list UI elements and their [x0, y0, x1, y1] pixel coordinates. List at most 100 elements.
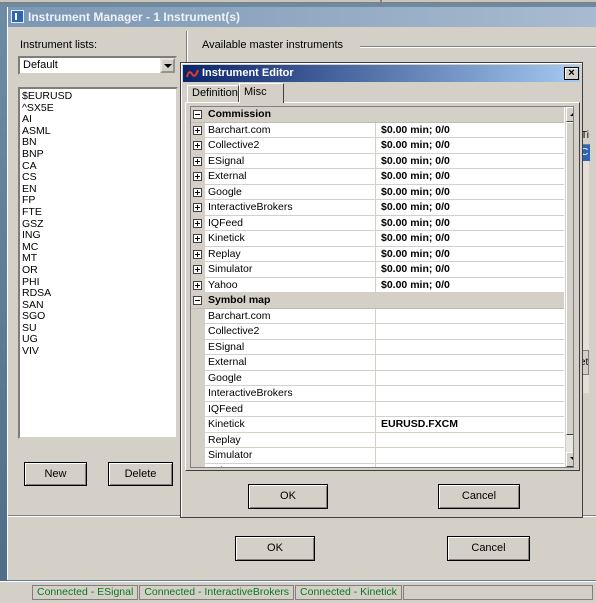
- expand-icon[interactable]: [193, 125, 202, 135]
- commission-row[interactable]: ESignal $0.00 min; 0/0: [191, 153, 564, 169]
- delete-button[interactable]: Delete: [108, 462, 173, 486]
- property-value[interactable]: $0.00 min; 0/0: [381, 278, 450, 293]
- expand-icon[interactable]: [193, 265, 202, 274]
- symbol-map-row[interactable]: Simulator: [191, 448, 564, 464]
- scroll-thumb[interactable]: [566, 122, 573, 435]
- property-value[interactable]: $0.00 min; 0/0: [381, 231, 450, 246]
- list-item[interactable]: GSZ: [22, 218, 174, 231]
- commission-row[interactable]: Kinetick $0.00 min; 0/0: [191, 231, 564, 247]
- scroll-up-icon[interactable]: [566, 107, 573, 122]
- symbol-map-row[interactable]: InteractiveBrokers: [191, 386, 564, 402]
- expand-icon[interactable]: [193, 234, 202, 243]
- list-item[interactable]: SU: [22, 322, 174, 335]
- row-gutter: [191, 417, 205, 432]
- list-item[interactable]: ^SX5E: [22, 102, 174, 115]
- list-item[interactable]: EN: [22, 183, 174, 196]
- symbol-map-row[interactable]: Collective2: [191, 324, 564, 340]
- property-grid-scrollbar[interactable]: [565, 107, 573, 467]
- commission-row[interactable]: Replay $0.00 min; 0/0: [191, 246, 564, 262]
- chevron-down-icon[interactable]: [160, 58, 175, 73]
- property-name: External: [208, 355, 376, 370]
- instrument-list-select[interactable]: Default: [18, 56, 177, 75]
- symbol-map-row[interactable]: ESignal: [191, 339, 564, 355]
- expand-icon[interactable]: [193, 203, 202, 212]
- symbol-map-row[interactable]: Barchart.com: [191, 308, 564, 324]
- commission-row[interactable]: Yahoo $0.00 min; 0/0: [191, 277, 564, 293]
- commission-row[interactable]: Collective2 $0.00 min; 0/0: [191, 138, 564, 154]
- expand-icon[interactable]: [193, 280, 202, 290]
- row-gutter: [191, 463, 205, 467]
- property-grid[interactable]: Commission Barchart.com $0.00 min; 0/0 Coll…: [190, 106, 574, 468]
- list-item[interactable]: CA: [22, 160, 174, 173]
- manager-ok-button[interactable]: OK: [235, 536, 315, 561]
- editor-ok-button[interactable]: OK: [248, 484, 328, 509]
- list-item[interactable]: FTE: [22, 206, 174, 219]
- tab-misc[interactable]: Misc: [239, 83, 284, 103]
- list-item[interactable]: UG: [22, 334, 174, 346]
- collapse-icon[interactable]: [193, 110, 202, 119]
- list-item[interactable]: SGO: [22, 311, 174, 323]
- property-name: Simulator: [208, 262, 376, 277]
- category-row[interactable]: Symbol map: [191, 293, 564, 309]
- property-name: Replay: [208, 246, 376, 261]
- close-icon[interactable]: ×: [564, 67, 579, 80]
- list-item[interactable]: ASML: [22, 125, 174, 138]
- property-value[interactable]: $0.00 min; 0/0: [381, 154, 450, 169]
- property-name: Yahoo: [208, 463, 376, 467]
- commission-row[interactable]: InteractiveBrokers $0.00 min; 0/0: [191, 200, 564, 216]
- instrument-listbox[interactable]: $EURUSD ^SX5E AI ASML BN BNP CA CS EN FP FTE GSZ ING…: [18, 87, 178, 439]
- scroll-down-icon[interactable]: [566, 452, 573, 467]
- symbol-map-row[interactable]: Replay: [191, 432, 564, 448]
- list-item[interactable]: ING: [22, 230, 174, 242]
- list-item[interactable]: VIV: [22, 345, 174, 358]
- instrument-editor-titlebar[interactable]: Instrument Editor: [183, 65, 580, 82]
- commission-row[interactable]: Barchart.com $0.00 min; 0/0: [191, 122, 564, 138]
- property-value[interactable]: $0.00 min; 0/0: [381, 138, 450, 153]
- symbol-map-row[interactable]: IQFeed: [191, 401, 564, 417]
- expand-icon[interactable]: [193, 249, 202, 259]
- property-value[interactable]: $0.00 min; 0/0: [381, 123, 450, 138]
- row-gutter: [191, 448, 205, 463]
- list-item[interactable]: MC: [22, 241, 174, 254]
- expand-icon[interactable]: [193, 218, 202, 228]
- tab-definition[interactable]: Definition: [187, 85, 239, 102]
- new-button[interactable]: New: [24, 462, 87, 486]
- background-window-edge: [0, 0, 596, 3]
- symbol-map-row[interactable]: External: [191, 355, 564, 371]
- expand-icon[interactable]: [193, 141, 202, 150]
- collapse-icon[interactable]: [193, 296, 202, 305]
- property-value[interactable]: $0.00 min; 0/0: [381, 247, 450, 262]
- expand-icon[interactable]: [193, 172, 202, 181]
- manager-cancel-button[interactable]: Cancel: [447, 536, 530, 561]
- property-name: Google: [208, 184, 376, 199]
- property-name: Yahoo: [208, 277, 376, 292]
- property-value[interactable]: EURUSD.FXCM: [381, 417, 458, 432]
- expand-icon[interactable]: [193, 187, 202, 197]
- expand-icon[interactable]: [193, 156, 202, 166]
- list-item[interactable]: MT: [22, 253, 174, 265]
- commission-row[interactable]: External $0.00 min; 0/0: [191, 169, 564, 185]
- symbol-map-row[interactable]: Yahoo: [191, 463, 564, 467]
- editor-cancel-button[interactable]: Cancel: [438, 484, 520, 509]
- property-value[interactable]: $0.00 min; 0/0: [381, 169, 450, 184]
- category-row[interactable]: Commission: [191, 107, 564, 123]
- symbol-map-row[interactable]: Google: [191, 370, 564, 386]
- instrument-manager-titlebar[interactable]: Instrument Manager - 1 Instrument(s): [8, 7, 596, 27]
- connection-status-item: Connected - Kinetick: [295, 585, 402, 600]
- list-item[interactable]: CS: [22, 172, 174, 184]
- property-value[interactable]: $0.00 min; 0/0: [381, 185, 450, 200]
- list-item[interactable]: $EURUSD: [22, 90, 174, 103]
- list-item[interactable]: OR: [22, 264, 174, 277]
- symbol-map-row[interactable]: Kinetick EURUSD.FXCM: [191, 417, 564, 433]
- property-value[interactable]: $0.00 min; 0/0: [381, 262, 450, 277]
- list-item[interactable]: FP: [22, 195, 174, 207]
- commission-row[interactable]: Google $0.00 min; 0/0: [191, 184, 564, 200]
- property-value[interactable]: $0.00 min; 0/0: [381, 216, 450, 231]
- list-item[interactable]: RDSA: [22, 287, 174, 300]
- list-item[interactable]: BNP: [22, 148, 174, 161]
- commission-row[interactable]: IQFeed $0.00 min; 0/0: [191, 215, 564, 231]
- list-item[interactable]: BN: [22, 137, 174, 149]
- property-value[interactable]: $0.00 min; 0/0: [381, 200, 450, 215]
- commission-row[interactable]: Simulator $0.00 min; 0/0: [191, 262, 564, 278]
- misc-tab-panel: Commission Barchart.com $0.00 min; 0/0 Coll…: [185, 102, 580, 471]
